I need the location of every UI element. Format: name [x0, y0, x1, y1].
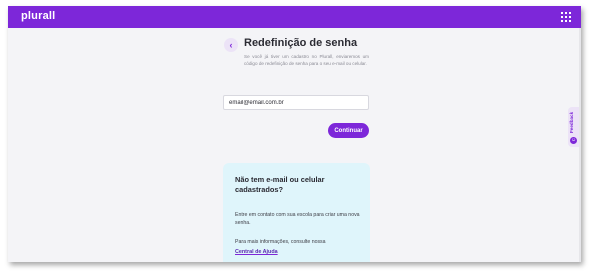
page-title: Redefinição de senha [244, 37, 358, 49]
help-card-more-info: Para mais informações, consulte nossa [235, 239, 326, 245]
top-navigation-bar: plurall [8, 6, 581, 28]
back-button[interactable]: ‹ [224, 38, 238, 52]
page-scrollbar[interactable] [579, 28, 581, 262]
apps-grid-icon[interactable] [561, 12, 571, 22]
smile-icon: ☺ [570, 137, 577, 144]
help-card-title: Não tem e-mail ou celular cadastrados? [235, 175, 325, 194]
help-card-text: Entre em contato com sua escola para cri… [235, 212, 360, 227]
continue-button[interactable]: Continuar [328, 123, 369, 138]
email-field[interactable] [223, 95, 369, 110]
page-description: Se você já tiver um cadastro no Plurall,… [244, 54, 369, 67]
plurall-logo[interactable]: plurall [21, 10, 55, 22]
feedback-label: Feedback [569, 111, 574, 133]
browser-viewport: plurall ‹ Redefinição de senha Se você j… [8, 6, 581, 262]
feedback-tab[interactable]: Feedback ☺ [568, 107, 579, 147]
chevron-left-icon: ‹ [229, 39, 233, 50]
help-center-link[interactable]: Central de Ajuda [235, 249, 278, 255]
help-card: Não tem e-mail ou celular cadastrados? E… [223, 163, 370, 262]
